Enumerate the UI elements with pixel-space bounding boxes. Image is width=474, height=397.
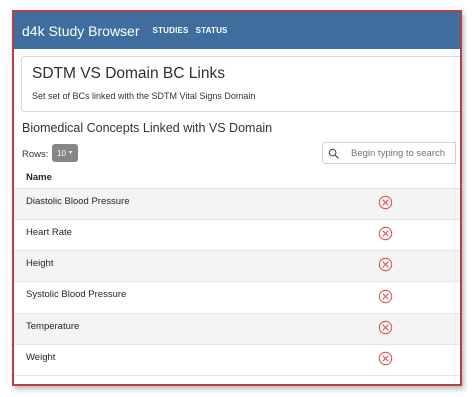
action-cell (370, 219, 460, 252)
info-card: SDTM VS Domain BC Links Set set of BCs l… (21, 56, 460, 112)
nav-link-studies[interactable]: STUDIES (153, 26, 189, 35)
rows-per-page-value: 10 (57, 148, 66, 158)
action-cell (370, 281, 460, 314)
column-header-name[interactable]: Name (14, 171, 370, 189)
remove-circle-icon[interactable] (378, 257, 393, 272)
brand[interactable]: d4k Study Browser (22, 23, 140, 39)
card-text: Set set of BCs linked with the SDTM Vita… (32, 91, 256, 101)
table-row: Diastolic Blood Pressure (14, 188, 460, 220)
bc-name-cell: Weight (14, 344, 370, 377)
caret-down-icon: ▼ (67, 150, 73, 156)
remove-circle-icon[interactable] (378, 195, 393, 210)
nav-link-status[interactable]: STATUS (196, 26, 228, 35)
navbar: d4k Study Browser STUDIES STATUS (14, 12, 460, 49)
bc-name-cell: Systolic Blood Pressure (14, 281, 370, 314)
bc-name-cell: Height (14, 250, 370, 283)
column-header-action (370, 171, 460, 189)
action-cell (370, 313, 460, 345)
action-cell (370, 188, 460, 220)
remove-circle-icon[interactable] (378, 351, 393, 366)
search-button[interactable] (322, 142, 345, 164)
app-window: d4k Study Browser STUDIES STATUS SDTM VS… (12, 10, 462, 386)
table-row: Temperature (14, 313, 460, 345)
card-title: SDTM VS Domain BC Links (32, 65, 225, 82)
action-cell (370, 250, 460, 283)
table-row: Height (14, 250, 460, 283)
remove-circle-icon[interactable] (378, 226, 393, 241)
table-row: Systolic Blood Pressure (14, 281, 460, 314)
table-row: Weight (14, 344, 460, 377)
table-body: Diastolic Blood Pressure Heart Rate Heig… (14, 188, 460, 377)
rows-per-page-select[interactable]: 10 ▼ (52, 144, 78, 162)
bc-name-cell: Diastolic Blood Pressure (14, 188, 370, 220)
bc-name-cell: Heart Rate (14, 219, 370, 252)
remove-circle-icon[interactable] (378, 320, 393, 335)
action-cell (370, 344, 460, 377)
table-header-row: Name (14, 171, 460, 189)
table-row: Heart Rate (14, 219, 460, 252)
search-icon (328, 148, 339, 159)
table-controls: Rows: 10 ▼ (14, 142, 460, 168)
rows-label: Rows: (22, 149, 49, 160)
bc-table: Name Diastolic Blood Pressure Heart Rate… (14, 171, 460, 377)
section-heading: Biomedical Concepts Linked with VS Domai… (22, 121, 273, 135)
remove-circle-icon[interactable] (378, 289, 393, 304)
search-input[interactable] (344, 142, 456, 164)
bc-name-cell: Temperature (14, 313, 370, 345)
